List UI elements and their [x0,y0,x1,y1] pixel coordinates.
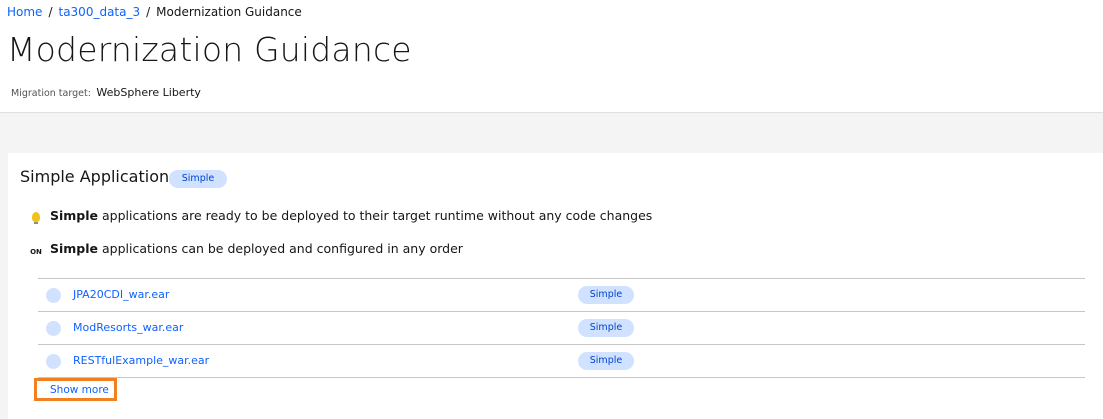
list-item: RESTfulExample_war.ear Simple [38,344,1085,378]
page-header: Home / ta300_data_3 / Modernization Guidance… [0,0,1103,113]
breadcrumb-home-link[interactable]: Home [7,5,42,19]
show-more-button[interactable]: Show more [34,378,117,401]
migration-target: Migration target: WebSphere Liberty [11,86,201,100]
page-title: Modernization Guidance [7,30,412,69]
simple-tag: Simple [578,319,634,337]
app-link[interactable]: ModResorts_war.ear [73,321,183,335]
simple-tag: Simple [169,170,227,188]
breadcrumb-separator: / [48,5,53,19]
breadcrumb-current: Modernization Guidance [156,5,302,19]
simple-tag: Simple [578,286,634,304]
lightbulb-icon [28,209,44,225]
breadcrumb-separator: / [146,5,151,19]
status-circle-icon [46,321,61,336]
breadcrumb-project-link[interactable]: ta300_data_3 [58,5,140,19]
note-text: applications can be deployed and configu… [98,241,463,256]
status-circle-icon [46,354,61,369]
section-title: Simple Applications [20,167,178,186]
list-item: ModResorts_war.ear Simple [38,311,1085,344]
application-list: JPA20CDI_war.ear Simple ModResorts_war.e… [38,278,1085,378]
migration-target-label: Migration target: [11,88,91,99]
app-link[interactable]: JPA20CDI_war.ear [73,288,169,302]
note-no-code-changes: Simple applications are ready to be depl… [28,208,652,225]
simple-applications-card: Simple Applications Simple Simple applic… [8,153,1103,419]
note-text: applications are ready to be deployed to… [98,208,653,223]
status-circle-icon [46,288,61,303]
note-bold: Simple [50,208,99,223]
note-any-order: ON Simple applications can be deployed an… [28,241,463,258]
note-bold: Simple [50,241,99,256]
show-more-label[interactable]: Show more [50,384,109,397]
on-off-order-icon: ON [30,247,42,256]
app-link[interactable]: RESTfulExample_war.ear [73,354,209,368]
migration-target-value: WebSphere Liberty [96,86,201,99]
breadcrumb: Home / ta300_data_3 / Modernization Guidance [7,5,302,19]
simple-tag: Simple [578,352,634,370]
list-item: JPA20CDI_war.ear Simple [38,278,1085,311]
